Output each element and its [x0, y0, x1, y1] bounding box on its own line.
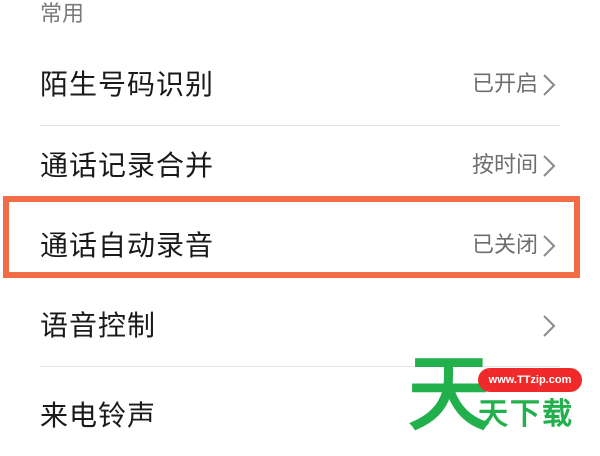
chevron-right-icon [540, 206, 558, 286]
row-label: 陌生号码识别 [40, 68, 215, 101]
settings-row-call-log-merge[interactable]: 通话记录合并 按时间 [0, 126, 600, 206]
chevron-right-icon [540, 126, 558, 206]
row-value: 已开启 [471, 72, 538, 97]
watermark-url: www.TTzip.com [478, 368, 582, 392]
row-label: 通话自动录音 [40, 229, 215, 262]
settings-row-voice-control[interactable]: 语音控制 [0, 286, 600, 366]
row-value: 按时间 [471, 153, 538, 178]
row-label: 来电铃声 [40, 399, 157, 432]
chevron-right-icon [540, 286, 558, 366]
row-label: 通话记录合并 [40, 149, 215, 182]
row-value: 已关闭 [471, 233, 538, 258]
row-label: 语音控制 [40, 309, 157, 342]
section-header-common: 常用 [40, 2, 85, 27]
settings-row-unknown-number-identification[interactable]: 陌生号码识别 已开启 [0, 45, 600, 125]
settings-row-auto-call-recording[interactable]: 通话自动录音 已关闭 [0, 206, 600, 286]
chevron-right-icon [540, 45, 558, 125]
watermark-text: 天下载 [478, 397, 574, 432]
